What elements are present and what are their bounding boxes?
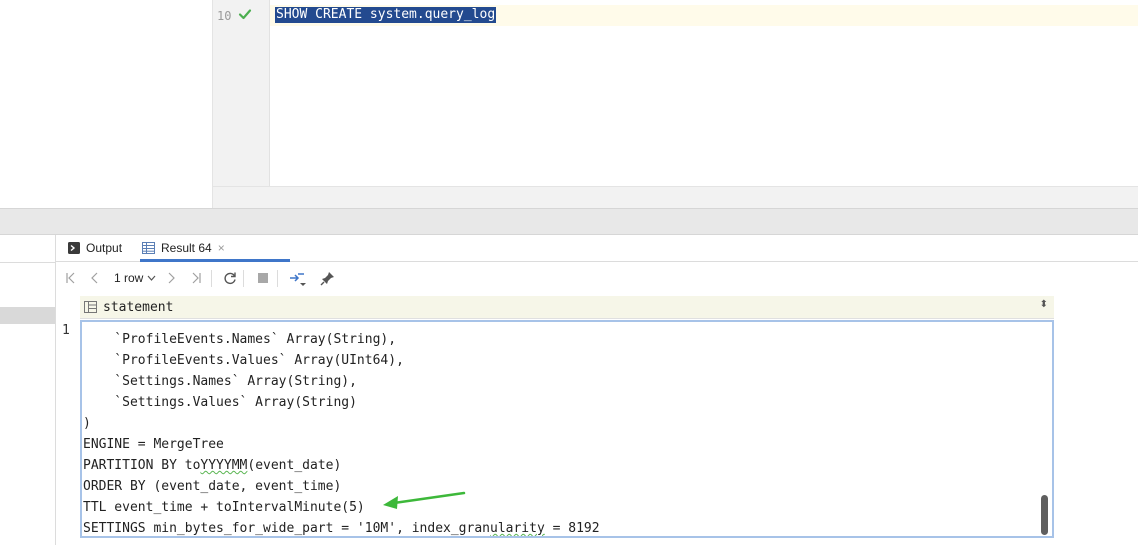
code-line-partition: PARTITION BY toYYYYMM(event_date) — [83, 455, 600, 476]
spelling-squiggle: ularity — [490, 521, 545, 536]
last-page-icon[interactable] — [190, 270, 202, 286]
spelling-squiggle: YYYYMM — [200, 458, 248, 473]
tab-output-label: Output — [86, 241, 123, 255]
code-line-settings: SETTINGS min_bytes_for_wide_part = '10M'… — [83, 518, 600, 536]
annotation-arrow-icon — [383, 491, 466, 509]
left-panel-blank — [0, 0, 213, 208]
compare-arrows-icon[interactable] — [288, 270, 306, 286]
toolbar-separator — [277, 270, 278, 287]
rows-count-label: 1 row — [114, 271, 144, 285]
tab-result-label: Result 64 — [161, 241, 212, 255]
code-line: `ProfileEvents.Names` Array(String), — [83, 332, 397, 347]
close-tab-icon[interactable]: × — [218, 241, 225, 255]
statement-text: `ProfileEvents.Names` Array(String), `Pr… — [83, 329, 600, 536]
code-fragment: PARTITION BY to — [83, 458, 201, 473]
editor-gutter — [213, 0, 270, 186]
sort-icon[interactable]: ⬍ — [1040, 299, 1048, 310]
sql-editor-text[interactable]: SHOW CREATE system.query_log — [275, 7, 497, 23]
code-line: ) — [83, 416, 91, 431]
row-number[interactable]: 1 — [62, 323, 70, 338]
console-icon — [68, 242, 80, 254]
code-line: ORDER BY (event_date, event_time) — [83, 479, 342, 494]
table-icon — [142, 242, 155, 254]
stop-icon[interactable] — [256, 270, 270, 286]
toolbar-separator — [211, 270, 212, 287]
next-page-icon[interactable] — [166, 270, 176, 286]
chevron-down-icon — [147, 275, 156, 281]
first-page-icon[interactable] — [65, 270, 77, 286]
toolbar-separator — [243, 270, 244, 287]
cell-scrollbar[interactable] — [1041, 495, 1048, 535]
check-icon — [238, 9, 252, 20]
refresh-icon[interactable] — [222, 270, 238, 286]
column-icon — [84, 301, 97, 313]
code-line-ttl: TTL event_time + toIntervalMinute(5) — [83, 500, 365, 515]
previous-page-icon[interactable] — [90, 270, 100, 286]
result-toolbar: 1 row — [56, 262, 1138, 294]
code-line: `Settings.Values` Array(String) — [83, 395, 357, 410]
pin-icon[interactable] — [320, 270, 336, 286]
services-tree-selection[interactable] — [0, 307, 55, 324]
tab-output[interactable]: Output — [68, 235, 122, 261]
column-header[interactable]: statement ⬍ — [80, 296, 1054, 319]
code-line: ENGINE = MergeTree — [83, 437, 224, 452]
rows-count-dropdown[interactable]: 1 row — [114, 270, 156, 286]
result-tab-bar: Output Result 64 × — [56, 235, 1138, 262]
left-panel-separator — [0, 262, 55, 263]
tab-result[interactable]: Result 64 × — [142, 235, 231, 261]
statement-cell[interactable]: `ProfileEvents.Names` Array(String), `Pr… — [80, 320, 1054, 538]
code-line: `Settings.Names` Array(String), — [83, 374, 357, 389]
panel-splitter[interactable] — [0, 208, 1138, 235]
column-name: statement — [103, 299, 174, 315]
code-fragment: SETTINGS min_bytes_for_wide_part = '10M'… — [83, 521, 490, 536]
code-fragment: (event_date) — [247, 458, 342, 473]
code-line: `ProfileEvents.Values` Array(UInt64), — [83, 353, 404, 368]
code-fragment: = 8192 — [544, 521, 600, 536]
services-tree-panel — [0, 235, 56, 545]
editor-bottom-bar — [213, 186, 1138, 209]
line-number: 10 — [217, 9, 232, 23]
